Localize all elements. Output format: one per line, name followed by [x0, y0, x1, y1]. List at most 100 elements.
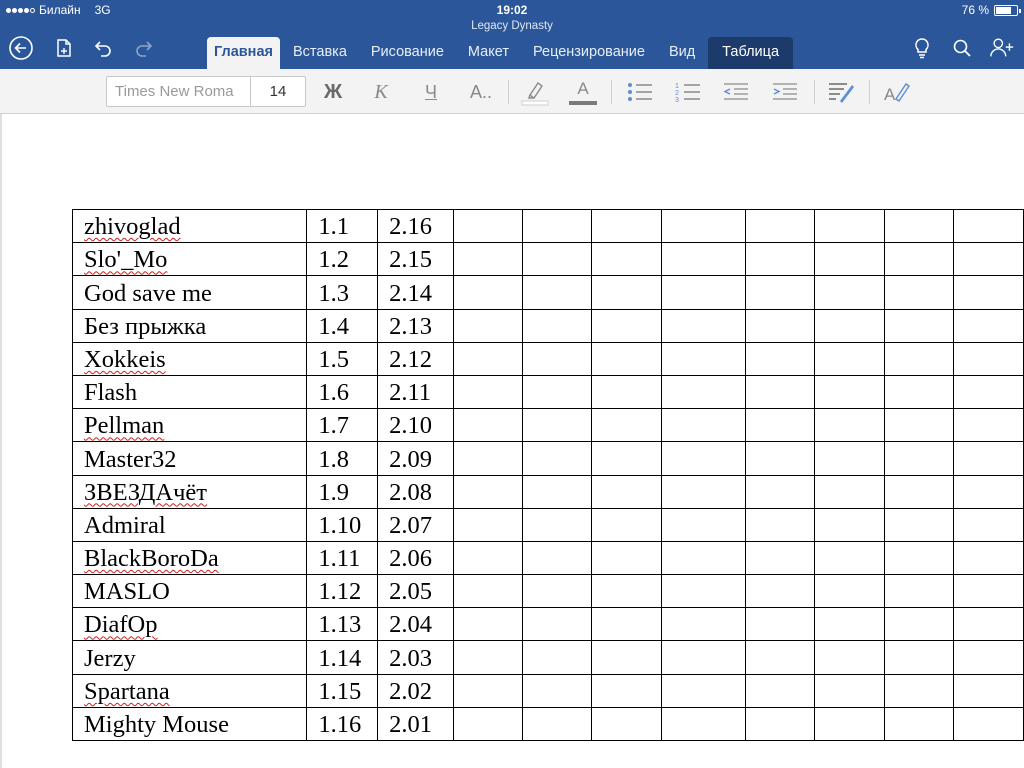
- empty-cell[interactable]: [661, 341, 746, 376]
- empty-cell[interactable]: [522, 441, 593, 476]
- empty-cell[interactable]: [884, 208, 955, 244]
- empty-cell[interactable]: [953, 474, 1024, 509]
- empty-cell[interactable]: [744, 408, 816, 443]
- empty-cell[interactable]: [814, 574, 886, 609]
- empty-cell[interactable]: [953, 706, 1024, 742]
- empty-cell[interactable]: [884, 706, 955, 742]
- empty-cell[interactable]: [452, 208, 524, 244]
- empty-cell[interactable]: [884, 507, 955, 542]
- empty-cell[interactable]: [452, 540, 524, 576]
- empty-cell[interactable]: [884, 408, 955, 443]
- table-cell[interactable]: God save me: [71, 275, 308, 310]
- table-cell[interactable]: 2.06: [377, 540, 454, 576]
- table-cell[interactable]: ЗВЕЗДАчёт: [71, 474, 308, 509]
- empty-cell[interactable]: [452, 474, 524, 509]
- font-color-button[interactable]: A: [566, 77, 600, 107]
- table-cell[interactable]: 1.7: [306, 408, 379, 443]
- empty-cell[interactable]: [591, 341, 663, 376]
- table-cell[interactable]: 2.10: [377, 408, 454, 443]
- empty-cell[interactable]: [953, 540, 1024, 576]
- empty-cell[interactable]: [591, 607, 663, 642]
- document-page[interactable]: zhivoglad 1.1 2.16 Slo'_Mo 1.2 2.15 God save m…: [0, 114, 1024, 768]
- tab-layout[interactable]: Макет: [457, 37, 520, 69]
- empty-cell[interactable]: [814, 208, 886, 244]
- empty-cell[interactable]: [522, 275, 593, 310]
- table-cell[interactable]: 1.10: [306, 507, 379, 542]
- empty-cell[interactable]: [591, 242, 663, 277]
- table-cell[interactable]: 1.15: [306, 673, 379, 708]
- empty-cell[interactable]: [522, 308, 593, 343]
- table-cell[interactable]: 2.14: [377, 275, 454, 310]
- table-cell[interactable]: 2.12: [377, 341, 454, 376]
- table-cell[interactable]: 2.13: [377, 308, 454, 343]
- table-cell[interactable]: Slo'_Mo: [71, 242, 308, 277]
- table-cell[interactable]: 2.08: [377, 474, 454, 509]
- tab-insert[interactable]: Вставка: [282, 37, 358, 69]
- styles-icon[interactable]: [824, 77, 858, 107]
- table-cell[interactable]: 2.04: [377, 607, 454, 642]
- empty-cell[interactable]: [591, 640, 663, 675]
- empty-cell[interactable]: [591, 441, 663, 476]
- empty-cell[interactable]: [953, 308, 1024, 343]
- table-cell[interactable]: 2.15: [377, 242, 454, 277]
- italic-button[interactable]: К: [366, 77, 396, 107]
- add-person-icon[interactable]: [989, 36, 1015, 60]
- empty-cell[interactable]: [661, 408, 746, 443]
- empty-cell[interactable]: [661, 208, 746, 244]
- empty-cell[interactable]: [591, 275, 663, 310]
- empty-cell[interactable]: [591, 474, 663, 509]
- table-cell[interactable]: 1.3: [306, 275, 379, 310]
- tab-home[interactable]: Главная: [207, 37, 280, 69]
- empty-cell[interactable]: [452, 275, 524, 310]
- empty-cell[interactable]: [522, 374, 593, 410]
- empty-cell[interactable]: [522, 341, 593, 376]
- empty-cell[interactable]: [814, 706, 886, 742]
- empty-cell[interactable]: [884, 640, 955, 675]
- empty-cell[interactable]: [884, 374, 955, 410]
- numbering-icon[interactable]: 123: [672, 77, 704, 107]
- empty-cell[interactable]: [591, 408, 663, 443]
- empty-cell[interactable]: [814, 308, 886, 343]
- table-cell[interactable]: Mighty Mouse: [71, 706, 308, 742]
- empty-cell[interactable]: [953, 374, 1024, 410]
- empty-cell[interactable]: [452, 673, 524, 708]
- lightbulb-icon[interactable]: [909, 36, 935, 60]
- empty-cell[interactable]: [744, 640, 816, 675]
- table-cell[interactable]: Admiral: [71, 507, 308, 542]
- empty-cell[interactable]: [884, 308, 955, 343]
- table-cell[interactable]: 1.8: [306, 441, 379, 476]
- table-cell[interactable]: 1.9: [306, 474, 379, 509]
- empty-cell[interactable]: [452, 408, 524, 443]
- empty-cell[interactable]: [884, 673, 955, 708]
- empty-cell[interactable]: [591, 574, 663, 609]
- empty-cell[interactable]: [522, 574, 593, 609]
- empty-cell[interactable]: [661, 574, 746, 609]
- empty-cell[interactable]: [953, 341, 1024, 376]
- empty-cell[interactable]: [953, 607, 1024, 642]
- empty-cell[interactable]: [744, 706, 816, 742]
- table-cell[interactable]: MASLO: [71, 574, 308, 609]
- empty-cell[interactable]: [744, 540, 816, 576]
- empty-cell[interactable]: [884, 242, 955, 277]
- empty-cell[interactable]: [591, 374, 663, 410]
- empty-cell[interactable]: [744, 574, 816, 609]
- empty-cell[interactable]: [522, 474, 593, 509]
- empty-cell[interactable]: [953, 574, 1024, 609]
- empty-cell[interactable]: [744, 607, 816, 642]
- table-cell[interactable]: 1.16: [306, 706, 379, 742]
- empty-cell[interactable]: [953, 673, 1024, 708]
- back-icon[interactable]: [8, 36, 34, 60]
- table-cell[interactable]: 2.09: [377, 441, 454, 476]
- empty-cell[interactable]: [744, 308, 816, 343]
- empty-cell[interactable]: [591, 308, 663, 343]
- document-table[interactable]: zhivoglad 1.1 2.16 Slo'_Mo 1.2 2.15 God save m…: [71, 208, 1024, 742]
- table-cell[interactable]: BlackBoroDa: [71, 540, 308, 576]
- empty-cell[interactable]: [814, 540, 886, 576]
- empty-cell[interactable]: [661, 540, 746, 576]
- empty-cell[interactable]: [661, 673, 746, 708]
- empty-cell[interactable]: [522, 507, 593, 542]
- empty-cell[interactable]: [953, 242, 1024, 277]
- empty-cell[interactable]: [591, 540, 663, 576]
- empty-cell[interactable]: [814, 242, 886, 277]
- empty-cell[interactable]: [522, 242, 593, 277]
